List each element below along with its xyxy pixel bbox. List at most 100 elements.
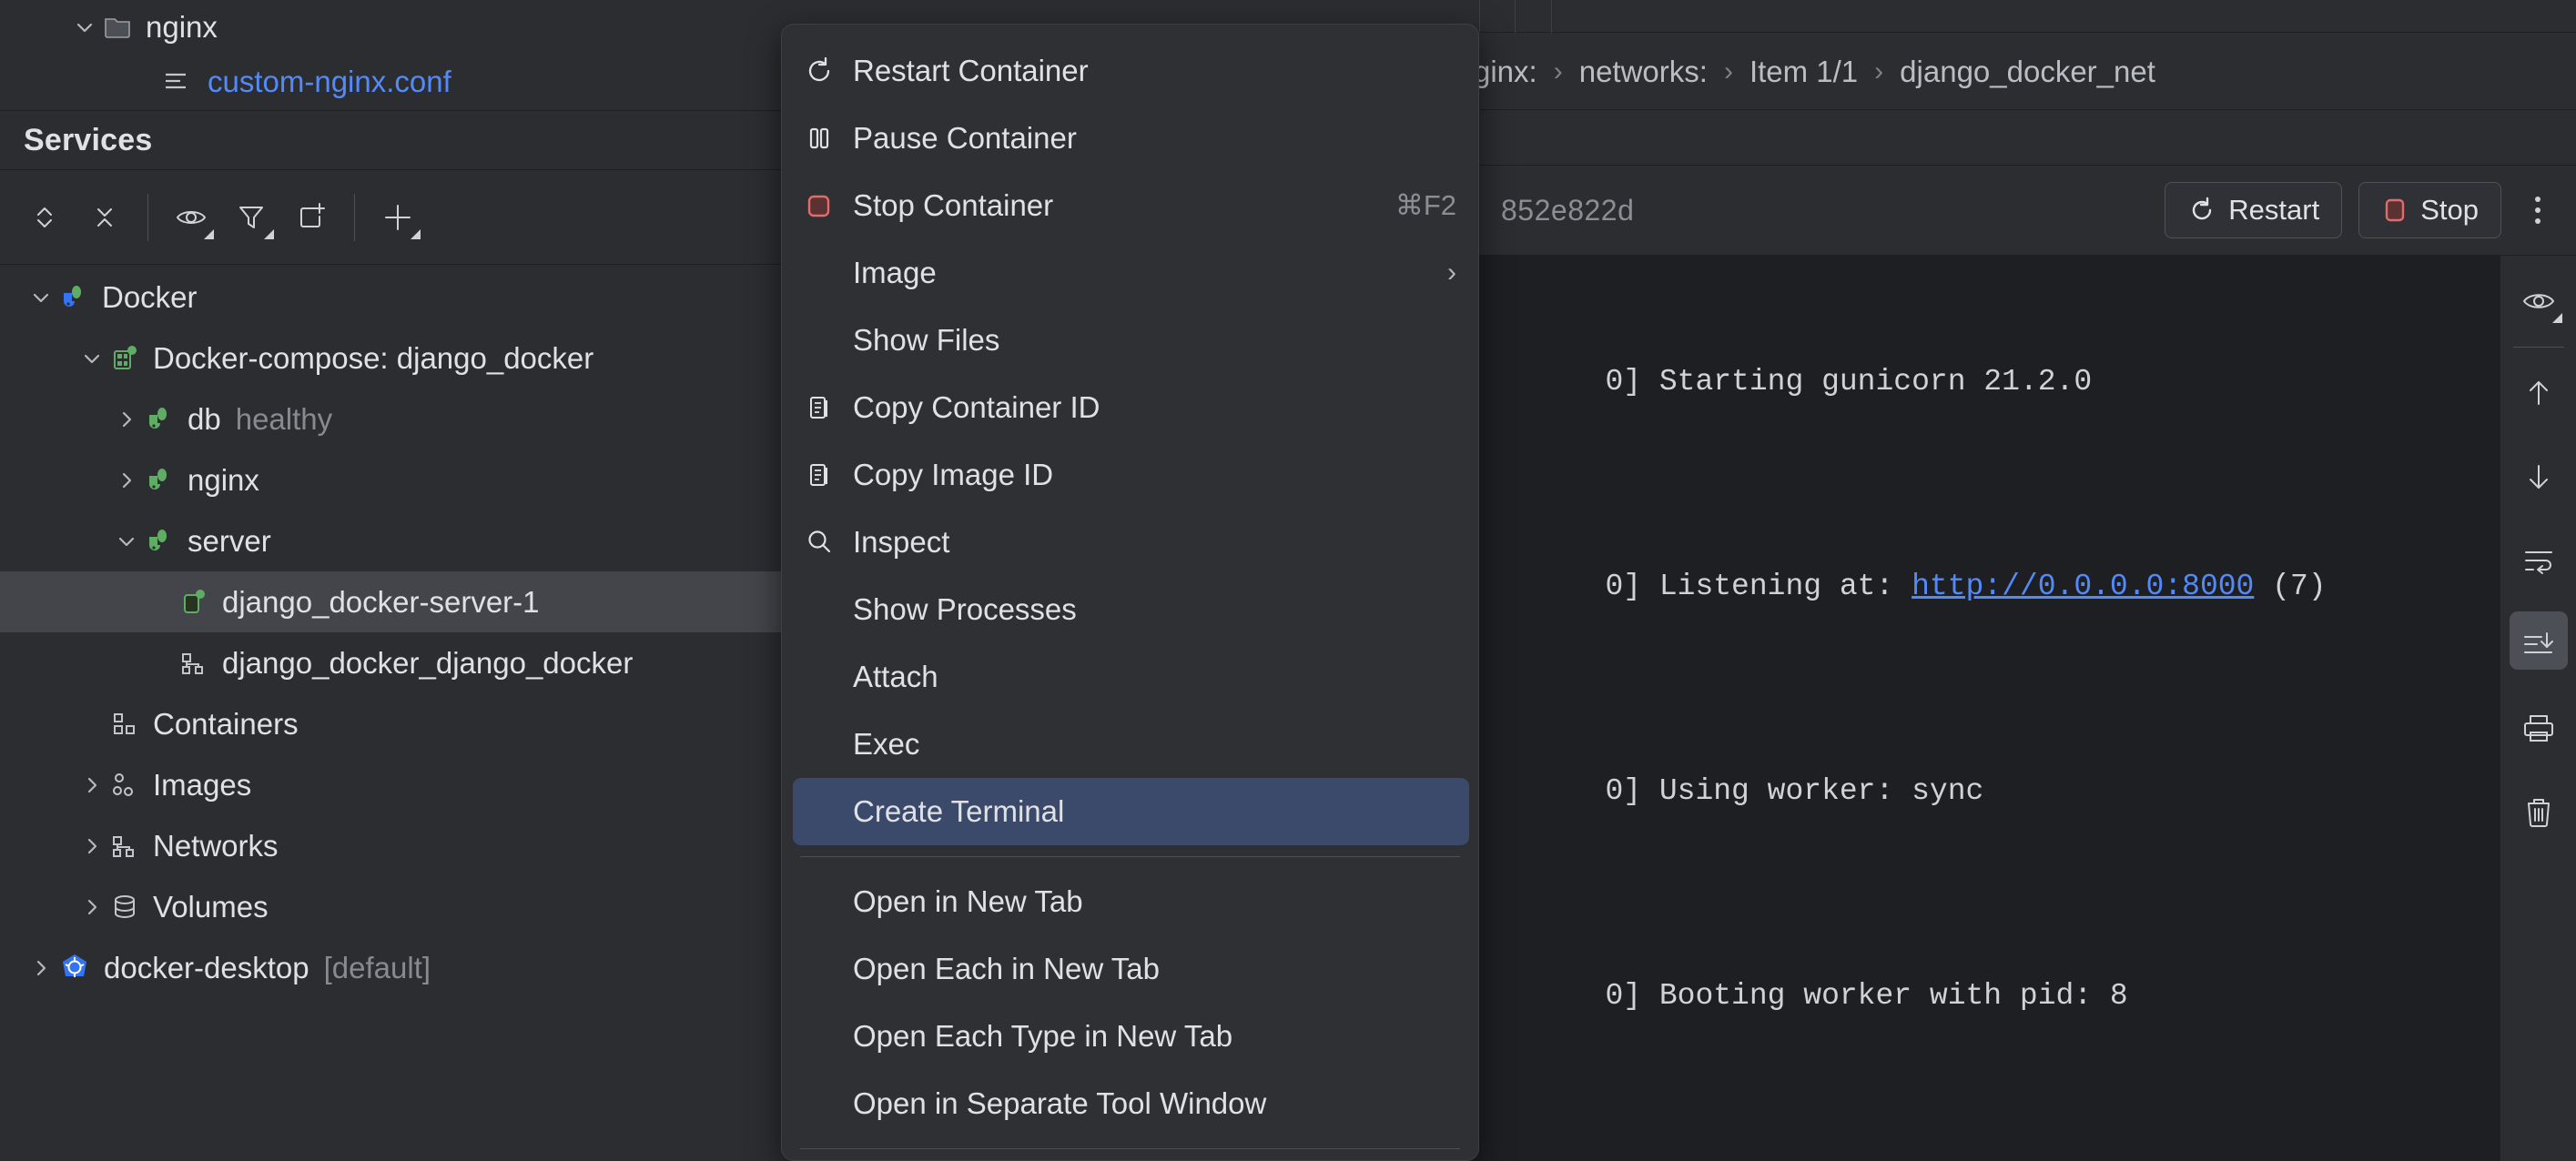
container-detail-panel: ginx: › networks: › Item 1/1 › django_do… bbox=[1461, 0, 2576, 1161]
tree-item-label: nginx bbox=[188, 462, 259, 497]
editor-tab-strip bbox=[1461, 0, 2576, 33]
project-item-label[interactable]: custom-nginx.conf bbox=[208, 65, 451, 99]
status-badge: healthy bbox=[235, 401, 333, 436]
config-file-icon bbox=[162, 68, 189, 96]
menu-item-stop-container[interactable]: Stop Container ⌘F2 bbox=[782, 172, 1478, 239]
eye-soft-wrap-icon[interactable] bbox=[2500, 263, 2576, 339]
menu-item-copy-container-id[interactable]: Copy Container ID bbox=[782, 374, 1478, 441]
menu-item-show-processes[interactable]: Show Processes bbox=[782, 576, 1478, 643]
volumes-icon bbox=[109, 892, 140, 923]
tab-divider bbox=[1515, 0, 1516, 33]
breadcrumb-item-1[interactable]: networks: bbox=[1579, 55, 1708, 89]
chevron-down-icon bbox=[264, 228, 274, 239]
menu-item-copy-image-id[interactable]: Copy Image ID bbox=[782, 441, 1478, 509]
dot bbox=[2535, 197, 2541, 202]
tab-divider bbox=[1479, 0, 1480, 33]
menu-item-label: Create Terminal bbox=[853, 794, 1065, 828]
tree-item-label: Images bbox=[153, 767, 252, 802]
expand-all-icon[interactable] bbox=[15, 187, 75, 247]
chevron-down-icon[interactable] bbox=[109, 530, 144, 553]
menu-separator bbox=[800, 856, 1460, 857]
menu-item-open-each-in-new-tab[interactable]: Open Each in New Tab bbox=[782, 935, 1478, 1003]
menu-item-inspect[interactable]: Inspect bbox=[782, 509, 1478, 576]
tree-item-label: docker-desktop bbox=[104, 950, 309, 984]
filter-icon[interactable] bbox=[221, 187, 281, 247]
log-line: 0] Using worker: sync bbox=[1461, 689, 2500, 893]
toolbar-separator bbox=[2512, 347, 2564, 348]
log-text: 0] Listening at: bbox=[1605, 570, 1912, 603]
chevron-down-icon[interactable] bbox=[75, 347, 109, 370]
menu-item-label: Stop Container bbox=[853, 188, 1054, 222]
menu-item-label: Open Each in New Tab bbox=[853, 952, 1160, 985]
chevron-right-icon[interactable] bbox=[75, 834, 109, 858]
breadcrumb-item-2[interactable]: Item 1/1 bbox=[1749, 55, 1858, 89]
chevron-down-icon[interactable] bbox=[24, 286, 58, 309]
menu-item-label: Open in New Tab bbox=[853, 884, 1083, 918]
log-console[interactable]: 0] Starting gunicorn 21.2.0 0] Listening… bbox=[1461, 256, 2500, 1161]
soft-wrap-icon[interactable] bbox=[2500, 522, 2576, 599]
menu-item-open-each-type-in-new-tab[interactable]: Open Each Type in New Tab bbox=[782, 1003, 1478, 1070]
docker-green-icon bbox=[144, 526, 175, 557]
container-action-bar: 852e822d Restart Stop bbox=[1461, 167, 2576, 254]
restart-button[interactable]: Restart bbox=[2165, 182, 2343, 238]
container-id: 852e822d bbox=[1501, 193, 1635, 227]
tree-item-label: server bbox=[188, 523, 271, 558]
chevron-right-icon[interactable] bbox=[24, 956, 58, 980]
copy-icon bbox=[804, 460, 853, 490]
print-icon[interactable] bbox=[2500, 690, 2576, 766]
console-toolbar bbox=[2500, 256, 2576, 1161]
menu-item-image[interactable]: Image › bbox=[782, 239, 1478, 307]
arrow-up-icon[interactable] bbox=[2500, 355, 2576, 431]
menu-item-open-in-separate-tool-window[interactable]: Open in Separate Tool Window bbox=[782, 1070, 1478, 1137]
menu-item-restart-container[interactable]: Restart Container bbox=[782, 37, 1478, 105]
menu-item-label: Show Processes bbox=[853, 592, 1077, 626]
compose-icon bbox=[109, 343, 140, 374]
stop-square-icon bbox=[804, 191, 853, 220]
stop-button[interactable]: Stop bbox=[2358, 182, 2501, 238]
chevron-right-icon[interactable] bbox=[75, 895, 109, 919]
menu-separator bbox=[800, 1148, 1460, 1149]
trash-icon[interactable] bbox=[2500, 773, 2576, 850]
chevron-down-icon bbox=[204, 228, 214, 239]
chevron-right-icon[interactable] bbox=[109, 408, 144, 431]
menu-item-label: Restart Container bbox=[853, 54, 1089, 87]
pause-icon bbox=[804, 123, 853, 154]
eye-icon[interactable] bbox=[161, 187, 221, 247]
detail-subheader bbox=[1461, 110, 2576, 166]
new-tab-icon[interactable] bbox=[281, 187, 341, 247]
docker-icon bbox=[58, 282, 89, 313]
menu-item-exec[interactable]: Exec bbox=[782, 711, 1478, 778]
breadcrumb-item-3[interactable]: django_docker_net bbox=[1900, 55, 2155, 89]
plus-icon[interactable] bbox=[368, 187, 428, 247]
console-scrollbar[interactable] bbox=[2487, 256, 2500, 1161]
breadcrumb-item-0[interactable]: ginx: bbox=[1474, 55, 1537, 89]
dot bbox=[2535, 218, 2541, 224]
containers-icon bbox=[109, 709, 140, 740]
chevron-down-icon bbox=[2552, 313, 2562, 323]
kubernetes-icon bbox=[58, 952, 91, 984]
chevron-right-icon: › bbox=[1553, 56, 1563, 86]
collapse-all-icon[interactable] bbox=[75, 187, 135, 247]
menu-item-label: Inspect bbox=[853, 525, 950, 559]
kebab-menu-icon[interactable] bbox=[2512, 182, 2563, 238]
menu-item-label: Exec bbox=[853, 727, 920, 761]
chevron-right-icon: › bbox=[1447, 257, 1456, 288]
menu-item-create-terminal[interactable]: Create Terminal bbox=[793, 778, 1469, 845]
chevron-right-icon[interactable] bbox=[75, 773, 109, 797]
docker-green-icon bbox=[144, 404, 175, 435]
menu-item-label: Show Files bbox=[853, 323, 1000, 357]
log-text: 0] Starting gunicorn 21.2.0 bbox=[1605, 365, 2093, 399]
chevron-right-icon[interactable] bbox=[109, 469, 144, 492]
menu-item-pause-container[interactable]: Pause Container bbox=[782, 105, 1478, 172]
log-link[interactable]: http://0.0.0.0:8000 bbox=[1912, 570, 2254, 603]
menu-item-attach[interactable]: Attach bbox=[782, 643, 1478, 711]
menu-item-show-files[interactable]: Show Files bbox=[782, 307, 1478, 374]
toolbar-separator bbox=[354, 193, 355, 241]
menu-item-label: Open Each Type in New Tab bbox=[853, 1019, 1233, 1053]
tree-item-label: django_docker_django_docker bbox=[222, 645, 634, 680]
chevron-down-icon[interactable] bbox=[67, 15, 102, 39]
container-icon bbox=[178, 587, 209, 618]
arrow-down-icon[interactable] bbox=[2500, 439, 2576, 515]
menu-item-open-in-new-tab[interactable]: Open in New Tab bbox=[782, 868, 1478, 935]
scroll-to-end-icon[interactable] bbox=[2500, 606, 2576, 682]
